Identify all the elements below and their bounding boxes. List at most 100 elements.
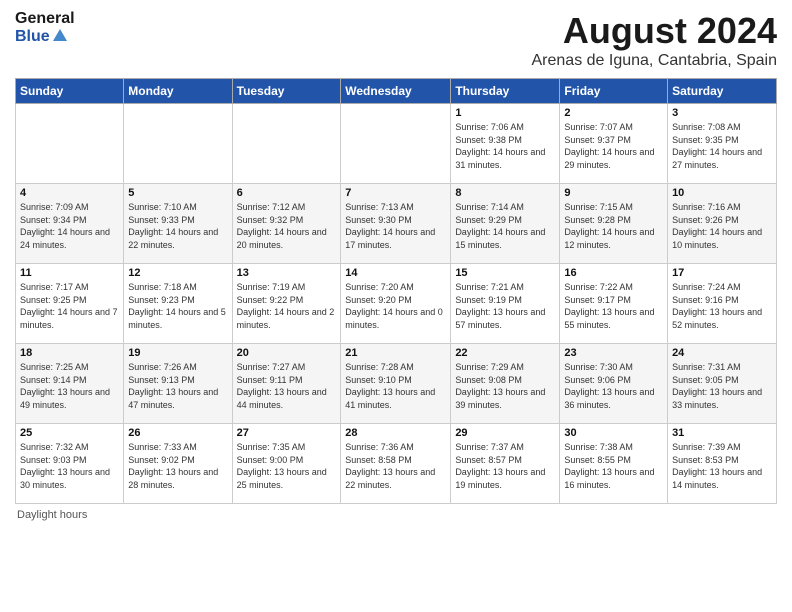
calendar-cell: 25 Sunrise: 7:32 AM Sunset: 9:03 PM Dayli… — [16, 424, 124, 504]
calendar-cell — [232, 104, 341, 184]
calendar-header-wednesday: Wednesday — [341, 79, 451, 104]
calendar-cell: 5Sunrise: 7:10 AM Sunset: 9:33 PM Daylig… — [124, 184, 232, 264]
day-info: Sunrise: 7:10 AM Sunset: 9:33 PM Dayligh… — [128, 201, 227, 251]
day-info: Sunrise: 7:36 AM Sunset: 8:58 PM Dayligh… — [345, 441, 446, 491]
day-number: 1 — [455, 107, 555, 119]
calendar-cell: 6 Sunrise: 7:12 AM Sunset: 9:32 PM Daylig… — [232, 184, 341, 264]
day-info: Sunrise: 7:30 AM Sunset: 9:06 PM Dayligh… — [564, 361, 663, 411]
main-title: August 2024 — [532, 10, 778, 52]
day-number: 23 — [564, 347, 663, 359]
calendar-cell — [124, 104, 232, 184]
day-info: Sunrise: 7:20 AM Sunset: 9:20 PM Dayligh… — [345, 281, 446, 331]
logo: GeneralBlue — [15, 10, 75, 45]
calendar-cell — [16, 104, 124, 184]
calendar-week-3: 11Sunrise: 7:17 AM Sunset: 9:25 PM Dayli… — [16, 264, 777, 344]
calendar-cell: 10 Sunrise: 7:16 AM Sunset: 9:26 PM Dayli… — [668, 184, 777, 264]
calendar-cell: 28 Sunrise: 7:36 AM Sunset: 8:58 PM Dayli… — [341, 424, 451, 504]
day-info: Sunrise: 7:37 AM Sunset: 8:57 PM Dayligh… — [455, 441, 555, 491]
day-number: 21 — [345, 347, 446, 359]
calendar-cell: 23 Sunrise: 7:30 AM Sunset: 9:06 PM Dayli… — [560, 344, 668, 424]
day-info: Sunrise: 7:09 AM Sunset: 9:34 PM Dayligh… — [20, 201, 119, 251]
calendar-header-saturday: Saturday — [668, 79, 777, 104]
calendar-cell: 30 Sunrise: 7:38 AM Sunset: 8:55 PM Dayli… — [560, 424, 668, 504]
calendar-week-4: 18Sunrise: 7:25 AM Sunset: 9:14 PM Dayli… — [16, 344, 777, 424]
subtitle: Arenas de Iguna, Cantabria, Spain — [532, 52, 778, 70]
calendar-cell: 18Sunrise: 7:25 AM Sunset: 9:14 PM Dayli… — [16, 344, 124, 424]
day-info: Sunrise: 7:39 AM Sunset: 8:53 PM Dayligh… — [672, 441, 772, 491]
day-info: Sunrise: 7:29 AM Sunset: 9:08 PM Dayligh… — [455, 361, 555, 411]
calendar-cell: 11Sunrise: 7:17 AM Sunset: 9:25 PM Dayli… — [16, 264, 124, 344]
day-number: 16 — [564, 267, 663, 279]
day-number: 9 — [564, 187, 663, 199]
day-number: 4 — [20, 187, 119, 199]
day-number: 10 — [672, 187, 772, 199]
day-info: Sunrise: 7:19 AM Sunset: 9:22 PM Dayligh… — [237, 281, 337, 331]
calendar-header-thursday: Thursday — [451, 79, 560, 104]
calendar-cell: 31 Sunrise: 7:39 AM Sunset: 8:53 PM Dayli… — [668, 424, 777, 504]
calendar-cell: 20 Sunrise: 7:27 AM Sunset: 9:11 PM Dayli… — [232, 344, 341, 424]
calendar-cell: 4 Sunrise: 7:09 AM Sunset: 9:34 PM Daylig… — [16, 184, 124, 264]
day-number: 29 — [455, 427, 555, 439]
day-number: 28 — [345, 427, 446, 439]
calendar-cell: 7 Sunrise: 7:13 AM Sunset: 9:30 PM Daylig… — [341, 184, 451, 264]
header: GeneralBlue August 2024 Arenas de Iguna,… — [15, 10, 777, 70]
calendar-cell: 9 Sunrise: 7:15 AM Sunset: 9:28 PM Daylig… — [560, 184, 668, 264]
day-info: Sunrise: 7:12 AM Sunset: 9:32 PM Dayligh… — [237, 201, 337, 251]
calendar-cell: 22 Sunrise: 7:29 AM Sunset: 9:08 PM Dayli… — [451, 344, 560, 424]
calendar-cell: 14 Sunrise: 7:20 AM Sunset: 9:20 PM Dayli… — [341, 264, 451, 344]
calendar-cell: 24 Sunrise: 7:31 AM Sunset: 9:05 PM Dayli… — [668, 344, 777, 424]
day-info: Sunrise: 7:15 AM Sunset: 9:28 PM Dayligh… — [564, 201, 663, 251]
day-number: 30 — [564, 427, 663, 439]
calendar-week-2: 4 Sunrise: 7:09 AM Sunset: 9:34 PM Daylig… — [16, 184, 777, 264]
calendar-cell: 12Sunrise: 7:18 AM Sunset: 9:23 PM Dayli… — [124, 264, 232, 344]
day-number: 2 — [564, 107, 663, 119]
day-number: 17 — [672, 267, 772, 279]
calendar-table: SundayMondayTuesdayWednesdayThursdayFrid… — [15, 78, 777, 504]
calendar-cell — [341, 104, 451, 184]
day-number: 7 — [345, 187, 446, 199]
day-number: 22 — [455, 347, 555, 359]
day-number: 8 — [455, 187, 555, 199]
day-number: 13 — [237, 267, 337, 279]
day-info: Sunrise: 7:28 AM Sunset: 9:10 PM Dayligh… — [345, 361, 446, 411]
calendar-cell: 16Sunrise: 7:22 AM Sunset: 9:17 PM Dayli… — [560, 264, 668, 344]
day-info: Sunrise: 7:27 AM Sunset: 9:11 PM Dayligh… — [237, 361, 337, 411]
day-info: Sunrise: 7:26 AM Sunset: 9:13 PM Dayligh… — [128, 361, 227, 411]
day-info: Sunrise: 7:06 AM Sunset: 9:38 PM Dayligh… — [455, 121, 555, 171]
calendar-cell: 1 Sunrise: 7:06 AM Sunset: 9:38 PM Daylig… — [451, 104, 560, 184]
day-number: 25 — [20, 427, 119, 439]
day-info: Sunrise: 7:25 AM Sunset: 9:14 PM Dayligh… — [20, 361, 119, 411]
day-info: Sunrise: 7:14 AM Sunset: 9:29 PM Dayligh… — [455, 201, 555, 251]
day-number: 6 — [237, 187, 337, 199]
day-number: 24 — [672, 347, 772, 359]
calendar-week-1: 1 Sunrise: 7:06 AM Sunset: 9:38 PM Daylig… — [16, 104, 777, 184]
calendar-cell: 27Sunrise: 7:35 AM Sunset: 9:00 PM Dayli… — [232, 424, 341, 504]
calendar-cell: 8 Sunrise: 7:14 AM Sunset: 9:29 PM Daylig… — [451, 184, 560, 264]
day-info: Sunrise: 7:16 AM Sunset: 9:26 PM Dayligh… — [672, 201, 772, 251]
day-info: Sunrise: 7:13 AM Sunset: 9:30 PM Dayligh… — [345, 201, 446, 251]
calendar-cell: 13 Sunrise: 7:19 AM Sunset: 9:22 PM Dayli… — [232, 264, 341, 344]
day-number: 31 — [672, 427, 772, 439]
day-number: 20 — [237, 347, 337, 359]
footer: Daylight hours — [15, 509, 777, 521]
day-info: Sunrise: 7:21 AM Sunset: 9:19 PM Dayligh… — [455, 281, 555, 331]
calendar-cell: 17Sunrise: 7:24 AM Sunset: 9:16 PM Dayli… — [668, 264, 777, 344]
calendar-cell: 29 Sunrise: 7:37 AM Sunset: 8:57 PM Dayli… — [451, 424, 560, 504]
day-number: 11 — [20, 267, 119, 279]
day-info: Sunrise: 7:08 AM Sunset: 9:35 PM Dayligh… — [672, 121, 772, 171]
calendar-header-friday: Friday — [560, 79, 668, 104]
day-info: Sunrise: 7:38 AM Sunset: 8:55 PM Dayligh… — [564, 441, 663, 491]
day-info: Sunrise: 7:32 AM Sunset: 9:03 PM Dayligh… — [20, 441, 119, 491]
calendar-cell: 26Sunrise: 7:33 AM Sunset: 9:02 PM Dayli… — [124, 424, 232, 504]
calendar-header-monday: Monday — [124, 79, 232, 104]
day-number: 19 — [128, 347, 227, 359]
calendar-header-sunday: Sunday — [16, 79, 124, 104]
title-block: August 2024 Arenas de Iguna, Cantabria, … — [532, 10, 778, 70]
calendar-cell: 3Sunrise: 7:08 AM Sunset: 9:35 PM Daylig… — [668, 104, 777, 184]
calendar-header-row: SundayMondayTuesdayWednesdayThursdayFrid… — [16, 79, 777, 104]
day-info: Sunrise: 7:18 AM Sunset: 9:23 PM Dayligh… — [128, 281, 227, 331]
day-info: Sunrise: 7:31 AM Sunset: 9:05 PM Dayligh… — [672, 361, 772, 411]
calendar-cell: 19 Sunrise: 7:26 AM Sunset: 9:13 PM Dayli… — [124, 344, 232, 424]
calendar-week-5: 25 Sunrise: 7:32 AM Sunset: 9:03 PM Dayli… — [16, 424, 777, 504]
day-number: 14 — [345, 267, 446, 279]
